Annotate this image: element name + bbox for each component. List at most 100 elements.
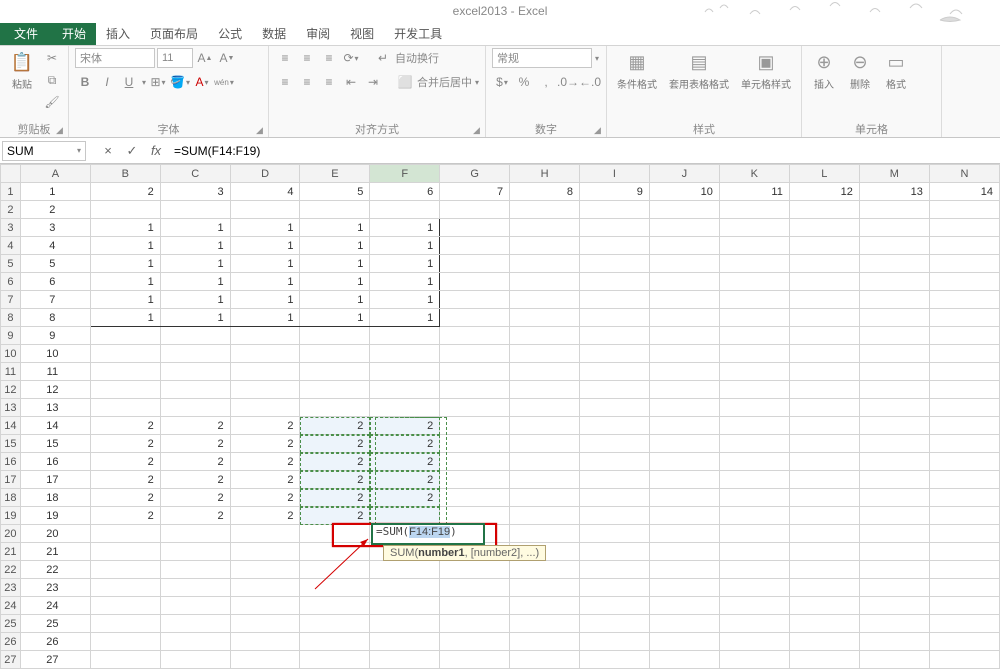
row-header-17[interactable]: 17 [1, 471, 21, 489]
cell-M1[interactable]: 13 [859, 183, 929, 201]
cell-C2[interactable] [160, 201, 230, 219]
cell-B17[interactable]: 2 [90, 471, 160, 489]
cell-E3[interactable]: 1 [300, 219, 370, 237]
cell-L25[interactable] [789, 615, 859, 633]
cell-C8[interactable]: 1 [160, 309, 230, 327]
cell-A23[interactable]: 23 [20, 579, 90, 597]
cell-K24[interactable] [719, 597, 789, 615]
cell-D14[interactable]: 2 [230, 417, 300, 435]
cell-K25[interactable] [719, 615, 789, 633]
cell-C20[interactable] [160, 525, 230, 543]
cell-N11[interactable] [929, 363, 999, 381]
cell-F15[interactable]: 2 [370, 435, 440, 453]
cell-L7[interactable] [789, 291, 859, 309]
cell-L21[interactable] [789, 543, 859, 561]
cell-M10[interactable] [859, 345, 929, 363]
cell-J5[interactable] [649, 255, 719, 273]
bold-button[interactable]: B [75, 72, 95, 92]
cell-L20[interactable] [789, 525, 859, 543]
cell-C4[interactable]: 1 [160, 237, 230, 255]
cell-B24[interactable] [90, 597, 160, 615]
cell-L19[interactable] [789, 507, 859, 525]
cell-A3[interactable]: 3 [20, 219, 90, 237]
cell-L10[interactable] [789, 345, 859, 363]
insert-function-button[interactable]: fx [144, 140, 168, 162]
cell-N21[interactable] [929, 543, 999, 561]
cell-B3[interactable]: 1 [90, 219, 160, 237]
cell-E19[interactable]: 2 [300, 507, 370, 525]
italic-button[interactable]: I [97, 72, 117, 92]
cell-E25[interactable] [300, 615, 370, 633]
cell-K26[interactable] [719, 633, 789, 651]
cell-I19[interactable] [579, 507, 649, 525]
formula-input[interactable] [168, 141, 1000, 161]
font-dialog-launcher[interactable]: ◢ [256, 125, 266, 135]
cell-J6[interactable] [649, 273, 719, 291]
format-painter-button[interactable]: 🖌 [42, 92, 62, 112]
cell-A4[interactable]: 4 [20, 237, 90, 255]
cell-J24[interactable] [649, 597, 719, 615]
row-header-11[interactable]: 11 [1, 363, 21, 381]
cell-N16[interactable] [929, 453, 999, 471]
col-header-H[interactable]: H [510, 165, 580, 183]
number-dialog-launcher[interactable]: ◢ [594, 125, 604, 135]
cell-G8[interactable] [440, 309, 510, 327]
cell-L1[interactable]: 12 [789, 183, 859, 201]
cell-H25[interactable] [510, 615, 580, 633]
cell-D24[interactable] [230, 597, 300, 615]
worksheet-area[interactable]: ABCDEFGHIJKLMN11234567891011121314223311… [0, 164, 1000, 669]
cell-M15[interactable] [859, 435, 929, 453]
cell-D16[interactable]: 2 [230, 453, 300, 471]
clipboard-dialog-launcher[interactable]: ◢ [56, 125, 66, 135]
underline-button[interactable]: U [119, 72, 139, 92]
cell-H8[interactable] [510, 309, 580, 327]
cell-N1[interactable]: 14 [929, 183, 999, 201]
cell-I17[interactable] [579, 471, 649, 489]
col-header-B[interactable]: B [90, 165, 160, 183]
cell-E15[interactable]: 2 [300, 435, 370, 453]
cell-M23[interactable] [859, 579, 929, 597]
row-header-26[interactable]: 26 [1, 633, 21, 651]
cell-J27[interactable] [649, 651, 719, 669]
cell-N5[interactable] [929, 255, 999, 273]
cell-E16[interactable]: 2 [300, 453, 370, 471]
cell-H2[interactable] [510, 201, 580, 219]
cell-F3[interactable]: 1 [370, 219, 440, 237]
cell-E24[interactable] [300, 597, 370, 615]
cell-H4[interactable] [510, 237, 580, 255]
align-left-button[interactable]: ≡ [275, 72, 295, 92]
cell-I10[interactable] [579, 345, 649, 363]
cell-N20[interactable] [929, 525, 999, 543]
cell-I2[interactable] [579, 201, 649, 219]
row-header-24[interactable]: 24 [1, 597, 21, 615]
cell-A18[interactable]: 18 [20, 489, 90, 507]
cell-N23[interactable] [929, 579, 999, 597]
cell-G22[interactable] [440, 561, 510, 579]
fill-color-button[interactable]: 🪣▾ [170, 72, 190, 92]
row-header-3[interactable]: 3 [1, 219, 21, 237]
cell-I5[interactable] [579, 255, 649, 273]
cell-D20[interactable] [230, 525, 300, 543]
cell-G15[interactable] [440, 435, 510, 453]
cell-B9[interactable] [90, 327, 160, 345]
cell-F27[interactable] [370, 651, 440, 669]
cell-H10[interactable] [510, 345, 580, 363]
cell-N12[interactable] [929, 381, 999, 399]
cell-J21[interactable] [649, 543, 719, 561]
cell-M20[interactable] [859, 525, 929, 543]
col-header-F[interactable]: F [370, 165, 440, 183]
font-size-select[interactable] [157, 48, 193, 68]
cell-G26[interactable] [440, 633, 510, 651]
cell-C3[interactable]: 1 [160, 219, 230, 237]
cell-I18[interactable] [579, 489, 649, 507]
cell-N25[interactable] [929, 615, 999, 633]
cell-E18[interactable]: 2 [300, 489, 370, 507]
insert-cells-button[interactable]: ⊕ 插入 [808, 48, 840, 93]
cell-G1[interactable]: 7 [440, 183, 510, 201]
cell-J20[interactable] [649, 525, 719, 543]
tab-formulas[interactable]: 公式 [208, 23, 252, 45]
cell-A22[interactable]: 22 [20, 561, 90, 579]
cell-J11[interactable] [649, 363, 719, 381]
border-button[interactable]: ⊞▾ [148, 72, 168, 92]
cell-N24[interactable] [929, 597, 999, 615]
